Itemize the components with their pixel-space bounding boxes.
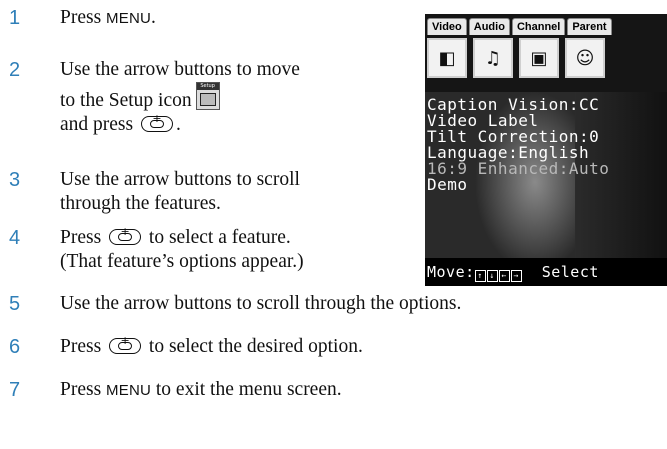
step-text: Press (60, 7, 107, 28)
step-1: 1 Press MENU. (0, 6, 156, 31)
step-number: 5 (9, 293, 21, 315)
up-arrow-icon: ↑ (474, 270, 486, 282)
step-number: 2 (9, 59, 21, 81)
menu-line: Demo (427, 175, 468, 194)
menu-key-label: MENU (106, 382, 152, 399)
left-arrow-icon: ← (498, 270, 510, 282)
tab-video: Video (427, 18, 467, 35)
step-5: 5 Use the arrow buttons to scroll throug… (0, 292, 461, 316)
step-6: 6 Press to select the desired option. (0, 334, 363, 359)
step-3: 3 Use the arrow buttons to scroll throug… (0, 168, 300, 216)
step-text: to exit the menu screen. (151, 379, 342, 400)
down-arrow-icon: ↓ (486, 270, 498, 282)
footer-select-label: Select (541, 263, 599, 281)
step-text: (That feature’s options appear.) (60, 251, 304, 272)
step-text: . (151, 7, 156, 28)
enter-button-icon (109, 334, 142, 354)
step-text: . (175, 114, 181, 135)
setup-icon-glyph (199, 93, 216, 106)
tv-menu-tabs: Video Audio Channel Parent (427, 18, 612, 35)
audio-icon: ♫ (473, 38, 513, 78)
tab-parent: Parent (567, 18, 612, 35)
right-arrow-icon: → (510, 270, 522, 282)
step-number: 7 (9, 379, 21, 401)
step-text: Press (60, 379, 107, 400)
step-number: 6 (9, 336, 21, 358)
step-text: Use the arrow buttons to scroll through … (60, 293, 462, 314)
step-text: and press (60, 114, 138, 135)
tv-menu-icons: ◧ ♫ ▣ ☺ (427, 38, 605, 78)
step-number: 4 (9, 227, 21, 249)
step-text: Use the arrow buttons to move (60, 59, 300, 80)
step-number: 1 (9, 7, 21, 29)
enter-button-icon (140, 112, 173, 132)
step-text: Press (60, 336, 107, 357)
menu-key-label: MENU (106, 10, 152, 27)
step-2: 2 Use the arrow buttons to move to the S… (0, 58, 300, 137)
tab-audio: Audio (468, 18, 510, 35)
step-4: 4 Press to select a feature. (That featu… (0, 225, 304, 274)
tv-setup-menu-list: Caption Vision:CC Video Label Tilt Corre… (427, 97, 609, 193)
step-text: to the Setup icon (60, 90, 192, 111)
channel-icon: ▣ (519, 38, 559, 78)
step-text: Use the arrow buttons to scroll (60, 169, 300, 190)
setup-icon: Setup (195, 82, 220, 110)
step-text: through the features. (60, 193, 221, 214)
step-text: Press (60, 227, 107, 248)
step-text: to select a feature. (144, 227, 291, 248)
setup-icon-label: Setup (196, 83, 219, 90)
parent-icon: ☺ (565, 38, 605, 78)
footer-move-label: Move: (427, 263, 475, 281)
tv-menu-footer: Move: ↑ ↓ ← → Select (425, 258, 667, 286)
step-number: 3 (9, 169, 21, 191)
tab-channel: Channel (511, 18, 566, 35)
video-icon: ◧ (427, 38, 467, 78)
enter-button-icon (109, 225, 142, 245)
tv-menu-screenshot: Video Audio Channel Parent ◧ ♫ ▣ ☺ Capti… (425, 14, 667, 286)
step-text: to select the desired option. (144, 336, 363, 357)
step-7: 7 Press MENU to exit the menu screen. (0, 378, 342, 403)
